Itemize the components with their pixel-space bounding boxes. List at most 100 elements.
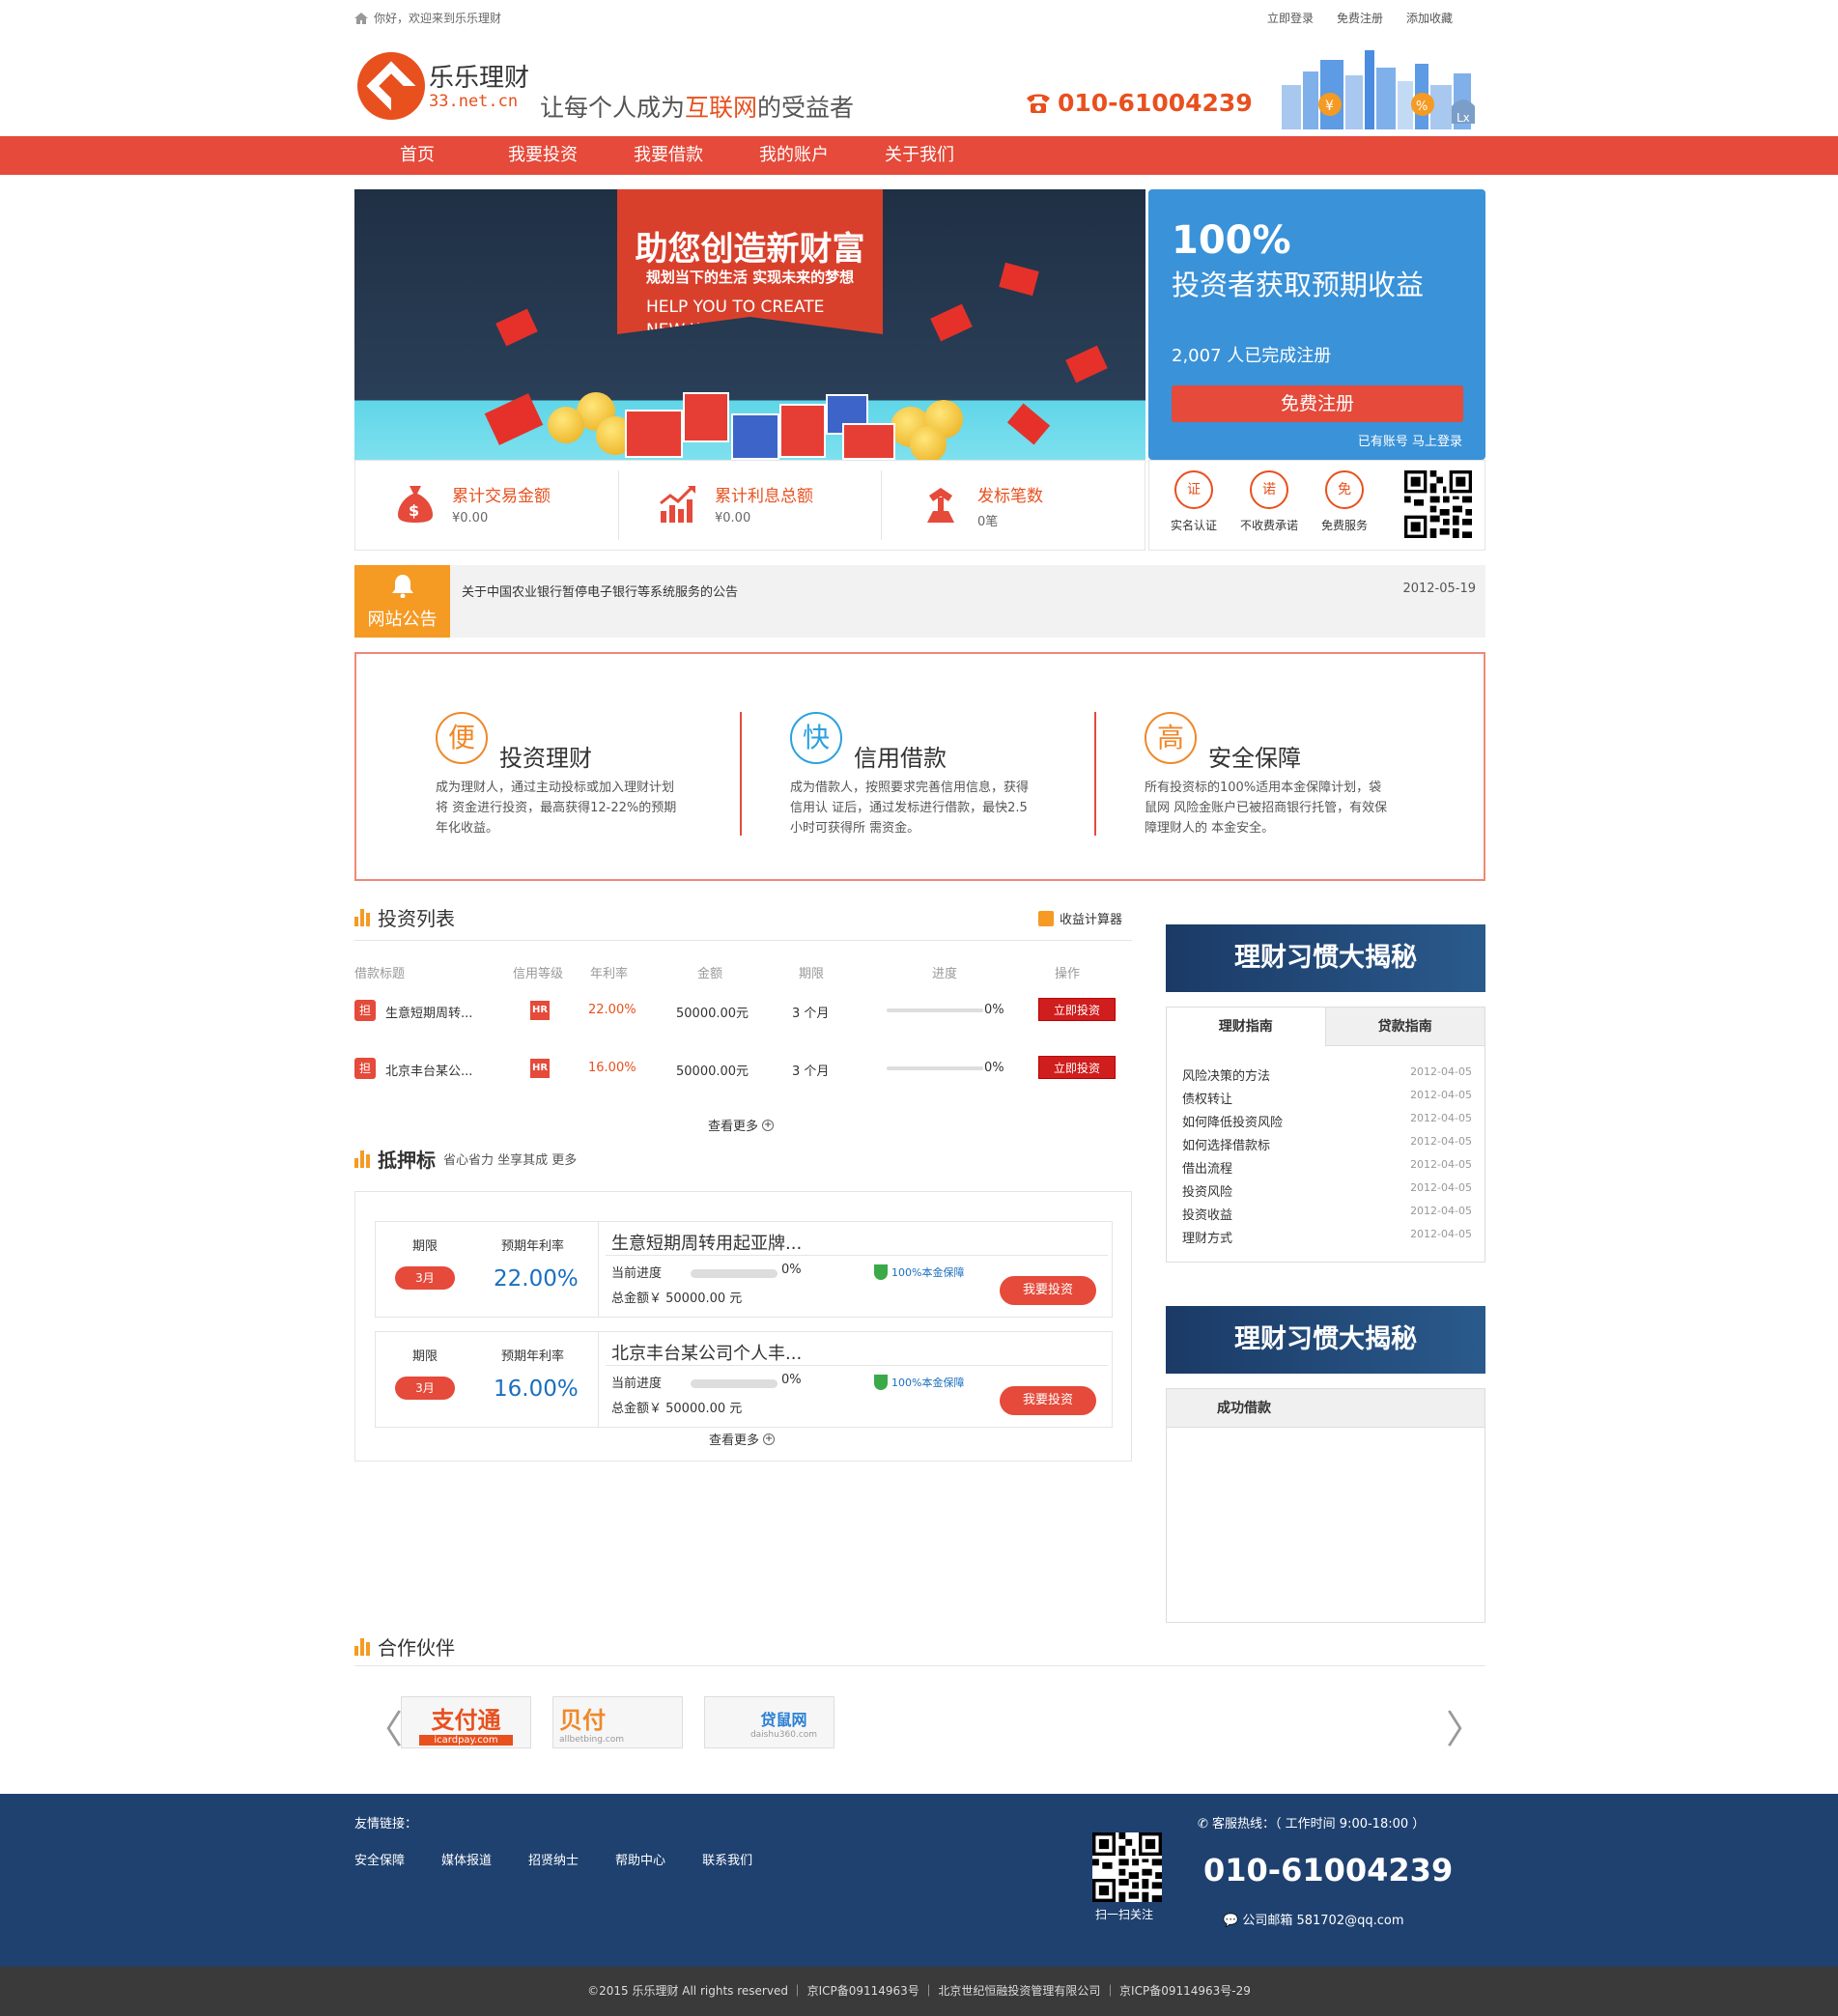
- next-arrow-icon[interactable]: 〉: [1446, 1698, 1485, 1754]
- calculator-link[interactable]: 收益计算器: [1037, 909, 1122, 927]
- svg-text:$: $: [409, 501, 419, 520]
- loan-title-link[interactable]: 生意短期周转...: [385, 1003, 472, 1021]
- footer-link-security[interactable]: 安全保障: [354, 1850, 405, 1868]
- col-grade: 信用等级: [513, 967, 564, 981]
- free-register-button[interactable]: 免费注册: [1172, 385, 1463, 422]
- invest-now-button[interactable]: 立即投资: [1038, 998, 1116, 1021]
- nav-about[interactable]: 关于我们: [857, 136, 982, 175]
- grade-badge: HR: [530, 1001, 550, 1020]
- qr-label: 扫一扫关注: [1095, 1908, 1154, 1921]
- stat-total-interest: 累计利息总额 ¥0.00: [618, 461, 881, 550]
- svg-text:Lx: Lx: [1456, 111, 1470, 125]
- registered-count: 2,007 人已完成注册: [1172, 346, 1332, 366]
- logo-name[interactable]: 乐乐理财: [429, 58, 529, 94]
- bar-chart-icon: [354, 1150, 370, 1168]
- top-links: 立即登录 免费注册 添加收藏: [1267, 10, 1453, 26]
- bar-chart-icon: [354, 1637, 370, 1656]
- plus-icon: +: [762, 1119, 775, 1131]
- invest-now-button[interactable]: 立即投资: [1038, 1056, 1116, 1079]
- guide-panel: 理财指南 贷款指南 风险决策的方法 2012-04-05 债权转让 2012-04-…: [1166, 1007, 1485, 1263]
- view-more-link[interactable]: 查看更多 +: [709, 1430, 776, 1448]
- convenient-icon: 便: [436, 712, 488, 764]
- svg-text:¥: ¥: [1325, 99, 1334, 114]
- sidebar-banner-guide[interactable]: 理财习惯大揭秘: [1166, 924, 1485, 992]
- nav-home[interactable]: 首页: [354, 136, 480, 175]
- rate-value: 22.00%: [494, 1266, 579, 1292]
- partner-logo[interactable]: 支付通 icardpay.com: [401, 1696, 531, 1748]
- footer-link-media[interactable]: 媒体报道: [441, 1850, 492, 1868]
- banner-image[interactable]: 助您创造新财富 规划当下的生活 实现未来的梦想 HELP YOU TO CREA…: [354, 189, 1145, 460]
- prev-arrow-icon[interactable]: 〈: [364, 1698, 403, 1754]
- loan-title-link[interactable]: 北京丰台某公...: [385, 1061, 472, 1079]
- footer-link-jobs[interactable]: 招贤纳士: [528, 1850, 579, 1868]
- chat-icon: 💬: [1223, 1914, 1243, 1928]
- mortgage-name-link[interactable]: 生意短期周转用起亚牌...: [611, 1230, 802, 1255]
- login-now-link[interactable]: 已有账号 马上登录: [1358, 431, 1462, 449]
- list-item[interactable]: 如何降低投资风险 2012-04-05: [1182, 1112, 1472, 1130]
- term-pill: 3月: [395, 1377, 455, 1400]
- bar-chart-icon: [354, 908, 370, 926]
- notice-tag: 网站公告: [354, 565, 450, 638]
- stats-section: $ 累计交易金额 ¥0.00 累计利息总额 ¥0.00 发标笔数 0笔 证实名认…: [354, 460, 1485, 551]
- list-item[interactable]: 理财方式 2012-04-05: [1182, 1228, 1472, 1246]
- col-progress: 进度: [932, 967, 958, 981]
- city-skyline-illustration: ¥ % Lx: [1282, 50, 1475, 129]
- list-item[interactable]: 债权转让 2012-04-05: [1182, 1089, 1472, 1107]
- notice-link[interactable]: 关于中国农业银行暂停电子银行等系统服务的公告: [462, 582, 738, 600]
- list-item[interactable]: 投资收益 2012-04-05: [1182, 1205, 1472, 1223]
- view-more-link[interactable]: 查看更多 +: [708, 1116, 775, 1134]
- nav-borrow[interactable]: 我要借款: [606, 136, 731, 175]
- list-item[interactable]: 风险决策的方法 2012-04-05: [1182, 1065, 1472, 1084]
- mortgage-title: 抵押标 省心省力 坐享其成 更多: [354, 1145, 577, 1173]
- notice-bar: 网站公告 关于中国农业银行暂停电子银行等系统服务的公告 2012-05-19: [354, 565, 1485, 638]
- calculator-icon: [1037, 910, 1054, 926]
- footer-mail: 💬 公司邮箱 581702@qq.com: [1223, 1914, 1404, 1928]
- guarantee-tag: 担: [354, 1000, 376, 1021]
- mortgage-section: 抵押标 省心省力 坐享其成 更多 期限 预期年利率 3月 22.00% 生意短期…: [354, 1145, 1132, 1463]
- invest-button[interactable]: 我要投资: [1000, 1276, 1096, 1305]
- partner-logo[interactable]: 贷鼠网 daishu360.com: [704, 1696, 834, 1748]
- register-link[interactable]: 免费注册: [1337, 10, 1383, 26]
- header: 乐乐理财 33.net.cn 让每个人成为互联网的受益者 010-6100423…: [354, 39, 1485, 135]
- rate-value: 16.00%: [494, 1377, 579, 1402]
- tab-finance-guide[interactable]: 理财指南: [1167, 1008, 1326, 1046]
- partners-title: 合作伙伴: [354, 1633, 455, 1661]
- nav-invest[interactable]: 我要投资: [480, 136, 606, 175]
- invest-list: 投资列表 收益计算器 借款标题 信用等级 年利率 金额 期限 进度 操作 担 生…: [354, 903, 1132, 1134]
- list-item[interactable]: 投资风险 2012-04-05: [1182, 1181, 1472, 1200]
- logo-icon[interactable]: [357, 52, 425, 120]
- welcome-text: 你好，欢迎来到乐乐理财: [354, 10, 501, 26]
- register-promo: 100% 投资者获取预期收益 2,007 人已完成注册 免费注册 已有账号 马上…: [1148, 189, 1485, 460]
- sidebar-banner-success[interactable]: 理财习惯大揭秘: [1166, 1306, 1485, 1374]
- footer-links: 安全保障 媒体报道 招贤纳士 帮助中心 联系我们: [354, 1850, 752, 1868]
- real-name-badge: 证实名认证: [1165, 470, 1223, 533]
- notice-date: 2012-05-19: [1402, 582, 1476, 596]
- stats-box: $ 累计交易金额 ¥0.00 累计利息总额 ¥0.00 发标笔数 0笔: [354, 460, 1145, 551]
- nav-account[interactable]: 我的账户: [731, 136, 857, 175]
- shield-icon: [874, 1264, 888, 1280]
- footer-qr-code-icon: [1092, 1832, 1162, 1902]
- promo-percent: 100%: [1172, 218, 1291, 263]
- growth-chart-icon: [660, 486, 695, 523]
- trust-badges: 证实名认证 诺不收费承诺 免免费服务: [1148, 460, 1485, 551]
- favorite-link[interactable]: 添加收藏: [1406, 10, 1453, 26]
- fast-icon: 快: [790, 712, 842, 764]
- stat-bid-count: 发标笔数 0笔: [881, 461, 1144, 550]
- list-item[interactable]: 借出流程 2012-04-05: [1182, 1158, 1472, 1177]
- footer-link-help[interactable]: 帮助中心: [615, 1850, 665, 1868]
- shield-icon: [874, 1375, 888, 1390]
- table-row: 担 北京丰台某公... HR 16.00% 50000.00元 3 个月 0% …: [354, 1056, 1132, 1085]
- invest-button[interactable]: 我要投资: [1000, 1386, 1096, 1415]
- promise-icon: 诺: [1250, 470, 1288, 509]
- tab-loan-guide[interactable]: 贷款指南: [1325, 1008, 1485, 1046]
- login-link[interactable]: 立即登录: [1267, 10, 1314, 26]
- phone-icon: [1027, 94, 1050, 113]
- footer-link-contact[interactable]: 联系我们: [702, 1850, 752, 1868]
- mortgage-name-link[interactable]: 北京丰台某公司个人丰...: [611, 1340, 802, 1365]
- mortgage-card: 期限 预期年利率 3月 22.00% 生意短期周转用起亚牌... 当前进度 0%…: [375, 1221, 1113, 1318]
- qr-code-icon: [1404, 470, 1472, 538]
- partner-logo[interactable]: 贝付 allbetbing.com: [552, 1696, 683, 1748]
- tab-success-loans[interactable]: 成功借款: [1167, 1389, 1485, 1428]
- friend-links-title: 友情链接：: [354, 1817, 418, 1831]
- list-item[interactable]: 如何选择借款标 2012-04-05: [1182, 1135, 1472, 1153]
